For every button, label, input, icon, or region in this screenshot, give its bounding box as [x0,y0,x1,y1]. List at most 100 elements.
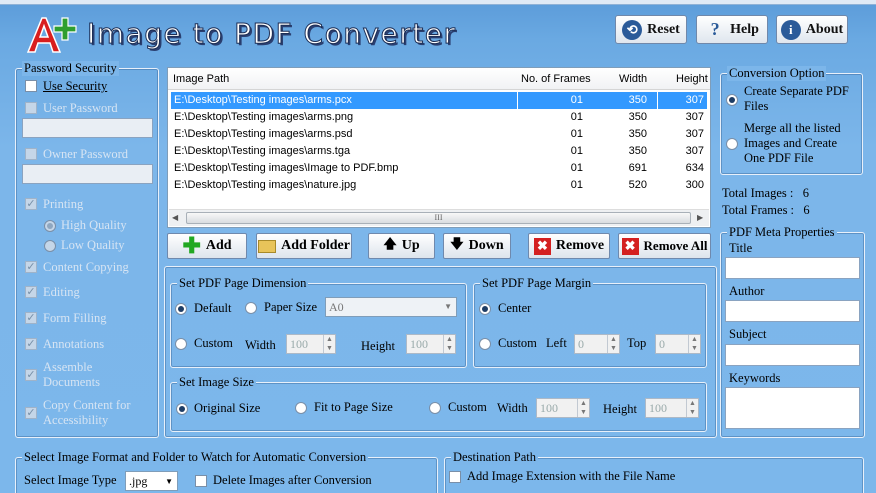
content-copying-checkbox[interactable] [25,261,37,273]
meta-subject-label: Subject [729,327,767,341]
scroll-left-icon[interactable]: ◀ [172,213,178,222]
paper-size-radio[interactable] [245,302,257,314]
dimension-width-spinner[interactable]: 100 ▲ ▼ [286,334,336,354]
meta-keywords-label: Keywords [729,371,781,385]
copy-accessibility-checkbox[interactable] [25,407,37,419]
table-row[interactable]: E:\Desktop\Testing images\arms.tga 01 350 3… [171,143,707,160]
margin-left-spinner[interactable]: 0 ▲ ▼ [574,334,620,354]
printing-checkbox[interactable] [25,198,37,210]
image-width-label: Width [497,401,528,415]
up-label: Up [401,238,420,253]
dimension-height-label: Height [361,339,396,353]
copy-accessibility-label: Copy Content for Accessibility [43,398,131,427]
folder-icon [258,239,277,253]
down-button[interactable]: 🡇 Down [443,233,511,259]
center-margin-radio[interactable] [479,303,491,315]
image-type-select[interactable]: .jpg ▼ [125,471,178,491]
window-top-strip [0,0,876,5]
paper-size-select[interactable]: A0 ▼ [325,297,457,317]
merge-pdf-radio[interactable] [726,138,738,150]
content-copying-label: Content Copying [43,260,129,274]
low-quality-radio[interactable] [44,240,56,252]
table-row[interactable]: E:\Desktop\Testing images\nature.jpg 01 52… [171,177,707,194]
column-frames[interactable]: No. of Frames [521,73,591,85]
spinner-arrows-icon[interactable]: ▲ ▼ [577,399,589,417]
help-button[interactable]: ? Help [696,15,768,44]
add-extension-label: Add Image Extension with the File Name [467,469,676,483]
meta-author-field[interactable] [725,300,860,322]
high-quality-radio[interactable] [44,220,56,232]
total-frames: Total Frames : 6 [722,203,810,217]
fit-to-page-radio[interactable] [295,402,307,414]
about-button[interactable]: i About [776,15,848,44]
image-height-spinner[interactable]: 100 ▲ ▼ [645,398,699,418]
scroll-right-icon[interactable]: ▶ [697,213,703,222]
image-height-label: Height [603,402,638,416]
meta-title-field[interactable] [725,257,860,279]
cell-frames: 01 [570,179,583,191]
table-row[interactable]: E:\Desktop\Testing images\arms.pcx 01 350 3… [171,92,707,109]
user-password-checkbox[interactable] [25,102,37,114]
add-extension-checkbox[interactable] [449,471,461,483]
user-password-field[interactable] [22,118,153,138]
image-width-spinner[interactable]: 100 ▲ ▼ [536,398,590,418]
spinner-arrows-icon[interactable]: ▲ ▼ [443,335,455,353]
custom-dimension-radio[interactable] [175,338,187,350]
editing-checkbox[interactable] [25,286,37,298]
up-button[interactable]: 🡅 Up [368,233,435,259]
meta-title-label: Title [729,241,753,255]
column-image-path[interactable]: Image Path [173,73,229,85]
add-folder-button[interactable]: Add Folder [256,233,352,259]
spinner-arrows-icon[interactable]: ▲ ▼ [607,335,619,353]
column-height[interactable]: Height [676,73,708,85]
owner-password-checkbox[interactable] [25,148,37,160]
meta-subject-field[interactable] [725,344,860,366]
assemble-documents-checkbox[interactable] [25,369,37,381]
spinner-arrows-icon[interactable]: ▲ ▼ [688,335,700,353]
use-security-checkbox[interactable] [25,80,37,92]
default-radio[interactable] [175,303,187,315]
table-row[interactable]: E:\Desktop\Testing images\arms.png 01 350 3… [171,109,707,126]
remove-icon: ✖ [533,237,551,255]
editing-label: Editing [43,285,80,299]
cell-height: 307 [685,128,704,140]
dimension-height-spinner[interactable]: 100 ▲ ▼ [406,334,456,354]
add-button[interactable]: ✚ Add [167,233,247,259]
separate-pdf-radio[interactable] [726,94,738,106]
meta-author-label: Author [729,284,765,298]
form-filling-label: Form Filling [43,311,107,325]
original-size-radio[interactable] [176,403,188,415]
scroll-thumb[interactable]: III [186,212,691,224]
cell-height: 634 [685,162,704,174]
table-row[interactable]: E:\Desktop\Testing images\arms.psd 01 350 3… [171,126,707,143]
watch-folder-legend: Select Image Format and Folder to Watch … [22,450,369,465]
destination-legend: Destination Path [451,450,538,465]
image-list-table[interactable]: Image Path No. of Frames Width Height E:… [167,67,711,228]
spinner-arrows-icon[interactable]: ▲ ▼ [323,335,335,353]
total-images: Total Images : 6 [722,186,809,200]
owner-password-field[interactable] [22,164,153,184]
annotations-checkbox[interactable] [25,338,37,350]
cell-frames: 01 [570,162,583,174]
remove-all-button[interactable]: ✖ Remove All [618,233,711,259]
cell-path: E:\Desktop\Testing images\arms.tga [174,145,351,157]
remove-button[interactable]: ✖ Remove [528,233,610,259]
meta-keywords-field[interactable] [725,387,860,429]
delete-images-checkbox[interactable] [195,475,207,487]
custom-margin-radio[interactable] [479,338,491,350]
table-row[interactable]: E:\Desktop\Testing images\Image to PDF.b… [171,160,707,177]
reset-button[interactable]: ⟲ Reset [615,15,687,44]
cell-height: 300 [685,179,704,191]
page-margin-group: Set PDF Page Margin [473,276,707,368]
horizontal-scrollbar[interactable]: ◀ III ▶ [169,209,709,226]
custom-size-radio[interactable] [429,402,441,414]
printing-label: Printing [43,197,84,211]
image-type-label: Select Image Type [24,473,117,487]
use-security-label: Use Security [43,79,108,93]
form-filling-checkbox[interactable] [25,312,37,324]
custom-margin-label: Custom [498,336,537,350]
conversion-option-legend: Conversion Option [727,66,827,81]
margin-top-spinner[interactable]: 0 ▲ ▼ [655,334,701,354]
column-width[interactable]: Width [619,73,647,85]
spinner-arrows-icon[interactable]: ▲ ▼ [686,399,698,417]
